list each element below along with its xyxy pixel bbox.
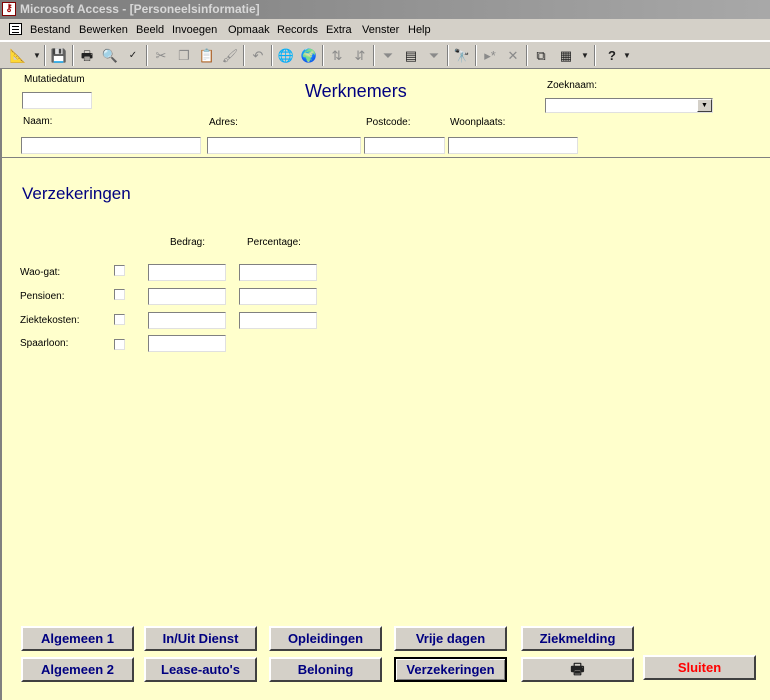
sort-ascending-icon[interactable]: ⇅ bbox=[327, 46, 347, 66]
cut-icon[interactable]: ✂ bbox=[151, 46, 171, 66]
pensioen-percentage-field[interactable] bbox=[239, 288, 317, 305]
adres-label: Adres: bbox=[209, 117, 238, 128]
pensioen-bedrag-field[interactable] bbox=[148, 288, 226, 305]
wao-gat-label: Wao-gat: bbox=[20, 267, 61, 278]
delete-record-icon[interactable]: ✕ bbox=[503, 46, 523, 66]
postcode-field[interactable] bbox=[364, 137, 445, 154]
paste-icon[interactable]: 📋 bbox=[197, 46, 217, 66]
chevron-down-icon[interactable]: ▼ bbox=[617, 46, 637, 66]
chevron-down-icon[interactable]: ▼ bbox=[575, 46, 595, 66]
menu-invoegen[interactable]: Invoegen bbox=[172, 23, 217, 37]
window-title: Microsoft Access - [Personeelsinformatie… bbox=[20, 2, 260, 16]
filter-by-form-icon[interactable]: ▤ bbox=[401, 46, 421, 66]
wao-gat-percentage-field[interactable] bbox=[239, 264, 317, 281]
menu-bestand[interactable]: Bestand bbox=[30, 23, 70, 37]
hyperlink-icon[interactable]: 🌐 bbox=[276, 46, 296, 66]
new-record-icon[interactable]: ▸* bbox=[480, 46, 500, 66]
algemeen-2-button[interactable]: Algemeen 2 bbox=[21, 657, 134, 682]
menu-records[interactable]: Records bbox=[277, 23, 318, 37]
section-title: Verzekeringen bbox=[22, 184, 131, 203]
save-icon[interactable]: 💾 bbox=[49, 46, 69, 66]
undo-icon[interactable]: ↶ bbox=[248, 46, 268, 66]
access-key-icon: ⚷ bbox=[2, 2, 16, 16]
verzekeringen-button[interactable]: Verzekeringen bbox=[394, 657, 507, 682]
menu-bewerken[interactable]: Bewerken bbox=[79, 23, 128, 37]
spelling-icon[interactable]: ✓ bbox=[123, 46, 143, 66]
menu-opmaak[interactable]: Opmaak bbox=[228, 23, 270, 37]
lease-autos-button[interactable]: Lease-auto's bbox=[144, 657, 257, 682]
ziekmelding-button[interactable]: Ziekmelding bbox=[521, 626, 634, 651]
page-title: Werknemers bbox=[305, 81, 407, 101]
spaarloon-bedrag-field[interactable] bbox=[148, 335, 226, 352]
print-preview-icon[interactable]: 🔍 bbox=[100, 46, 120, 66]
printer-icon: 🖶 bbox=[570, 661, 585, 678]
form-window-icon[interactable] bbox=[9, 23, 22, 35]
chevron-down-icon[interactable]: ▼ bbox=[697, 99, 712, 112]
spaarloon-label: Spaarloon: bbox=[20, 338, 69, 349]
web-toolbar-icon[interactable]: 🌍 bbox=[299, 46, 319, 66]
copy-icon[interactable]: ❐ bbox=[174, 46, 194, 66]
find-icon[interactable]: 🔭 bbox=[452, 46, 472, 66]
pensioen-checkbox[interactable] bbox=[114, 289, 125, 300]
form-area: Mutatiedatum Werknemers Zoeknaam: ▼ Naam… bbox=[0, 69, 770, 700]
mutatiedatum-label: Mutatiedatum bbox=[24, 74, 85, 85]
ziektekosten-bedrag-field[interactable] bbox=[148, 312, 226, 329]
print-button[interactable]: 🖶 bbox=[521, 657, 634, 682]
opleidingen-button[interactable]: Opleidingen bbox=[269, 626, 382, 651]
in-uit-dienst-button[interactable]: In/Uit Dienst bbox=[144, 626, 257, 651]
new-object-icon[interactable]: ▦ bbox=[556, 46, 576, 66]
design-view-icon[interactable]: 📐 bbox=[8, 46, 28, 66]
ziektekosten-checkbox[interactable] bbox=[114, 314, 125, 325]
filter-by-selection-icon[interactable]: ⏷ bbox=[378, 46, 398, 66]
beloning-button[interactable]: Beloning bbox=[269, 657, 382, 682]
format-painter-icon[interactable]: 🖌 bbox=[220, 46, 240, 66]
woonplaats-label: Woonplaats: bbox=[450, 117, 506, 128]
bedrag-label: Bedrag: bbox=[170, 237, 206, 248]
wao-gat-checkbox[interactable] bbox=[114, 265, 125, 276]
title-bar: ⚷ Microsoft Access - [Personeelsinformat… bbox=[0, 0, 770, 19]
ziektekosten-percentage-field[interactable] bbox=[239, 312, 317, 329]
pensioen-label: Pensioen: bbox=[20, 291, 65, 302]
menu-help[interactable]: Help bbox=[408, 23, 431, 37]
spaarloon-checkbox[interactable] bbox=[114, 339, 125, 350]
apply-filter-icon[interactable]: ⏷ bbox=[424, 46, 444, 66]
vrije-dagen-button[interactable]: Vrije dagen bbox=[394, 626, 507, 651]
ziektekosten-label: Ziektekosten: bbox=[20, 315, 80, 326]
header-divider bbox=[2, 157, 770, 158]
naam-field[interactable] bbox=[21, 137, 201, 154]
algemeen-1-button[interactable]: Algemeen 1 bbox=[21, 626, 134, 651]
menu-beeld[interactable]: Beeld bbox=[136, 23, 164, 37]
percentage-label: Percentage: bbox=[247, 237, 301, 248]
postcode-label: Postcode: bbox=[366, 117, 411, 128]
wao-gat-bedrag-field[interactable] bbox=[148, 264, 226, 281]
sluiten-button[interactable]: Sluiten bbox=[643, 655, 756, 680]
print-icon[interactable]: 🖶 bbox=[77, 46, 97, 66]
menu-venster[interactable]: Venster bbox=[362, 23, 399, 37]
zoeknaam-label: Zoeknaam: bbox=[547, 80, 598, 91]
sort-descending-icon[interactable]: ⇵ bbox=[350, 46, 370, 66]
naam-label: Naam: bbox=[23, 116, 53, 127]
database-window-icon[interactable]: ⧉ bbox=[531, 46, 551, 66]
menu-extra[interactable]: Extra bbox=[326, 23, 352, 37]
menu-bar: Bestand Bewerken Beeld Invoegen Opmaak R… bbox=[0, 20, 770, 41]
mutatiedatum-field[interactable] bbox=[22, 92, 92, 109]
adres-field[interactable] bbox=[207, 137, 361, 154]
toolbar: 📐 ▼ 💾 🖶 🔍 ✓ ✂ ❐ 📋 🖌 ↶ 🌐 🌍 ⇅ ⇵ ⏷ ▤ ⏷ 🔭 ▸*… bbox=[0, 41, 770, 69]
woonplaats-field[interactable] bbox=[448, 137, 578, 154]
zoeknaam-combo[interactable]: ▼ bbox=[545, 98, 713, 113]
